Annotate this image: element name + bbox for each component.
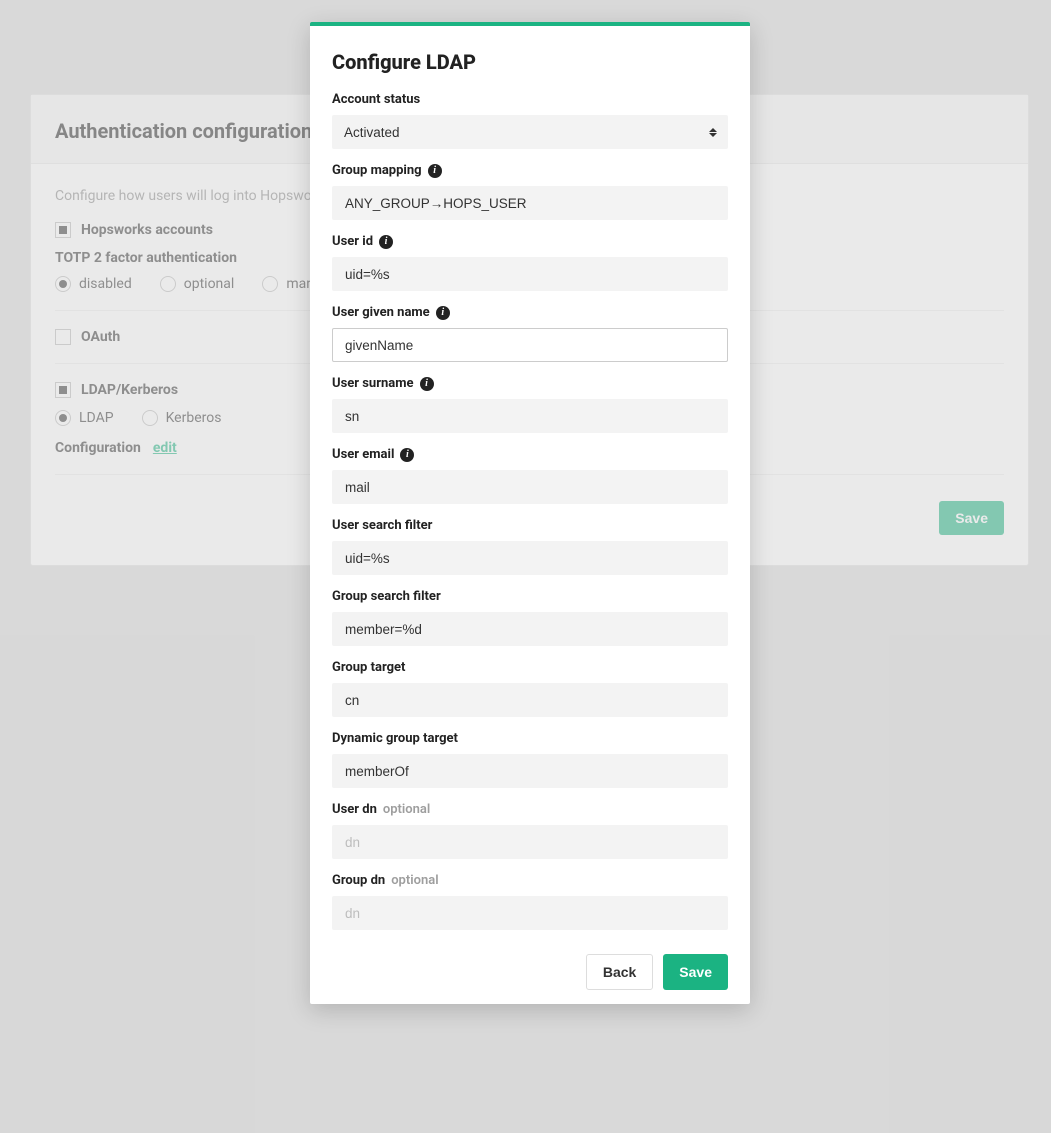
- group-dn-input[interactable]: [332, 896, 728, 930]
- field-group-search-filter: Group search filter: [332, 589, 728, 646]
- info-icon[interactable]: i: [379, 235, 393, 249]
- dynamic-group-target-input[interactable]: [332, 754, 728, 788]
- back-button[interactable]: Back: [586, 954, 653, 990]
- field-group-dn: Group dn optional: [332, 873, 728, 930]
- user-dn-input[interactable]: [332, 825, 728, 859]
- modal-title: Configure LDAP: [332, 50, 728, 74]
- modal-save-button[interactable]: Save: [663, 954, 728, 990]
- group-target-input[interactable]: [332, 683, 728, 717]
- field-dynamic-group-target: Dynamic group target: [332, 731, 728, 788]
- configure-ldap-modal: Configure LDAP Account status Activated …: [310, 22, 750, 1004]
- info-icon[interactable]: i: [400, 448, 414, 462]
- field-group-mapping: Group mapping i: [332, 163, 728, 220]
- field-user-dn: User dn optional: [332, 802, 728, 859]
- account-status-select[interactable]: Activated: [332, 115, 728, 149]
- user-given-name-input[interactable]: [332, 328, 728, 362]
- info-icon[interactable]: i: [436, 306, 450, 320]
- field-user-id: User id i: [332, 234, 728, 291]
- field-account-status: Account status Activated: [332, 92, 728, 149]
- field-user-search-filter: User search filter: [332, 518, 728, 575]
- info-icon[interactable]: i: [420, 377, 434, 391]
- user-email-input[interactable]: [332, 470, 728, 504]
- info-icon[interactable]: i: [428, 164, 442, 178]
- user-id-input[interactable]: [332, 257, 728, 291]
- field-user-surname: User surname i: [332, 376, 728, 433]
- user-surname-input[interactable]: [332, 399, 728, 433]
- field-user-given-name: User given name i: [332, 305, 728, 362]
- group-mapping-input[interactable]: [332, 186, 728, 220]
- group-search-filter-input[interactable]: [332, 612, 728, 646]
- user-search-filter-input[interactable]: [332, 541, 728, 575]
- field-user-email: User email i: [332, 447, 728, 504]
- field-group-target: Group target: [332, 660, 728, 717]
